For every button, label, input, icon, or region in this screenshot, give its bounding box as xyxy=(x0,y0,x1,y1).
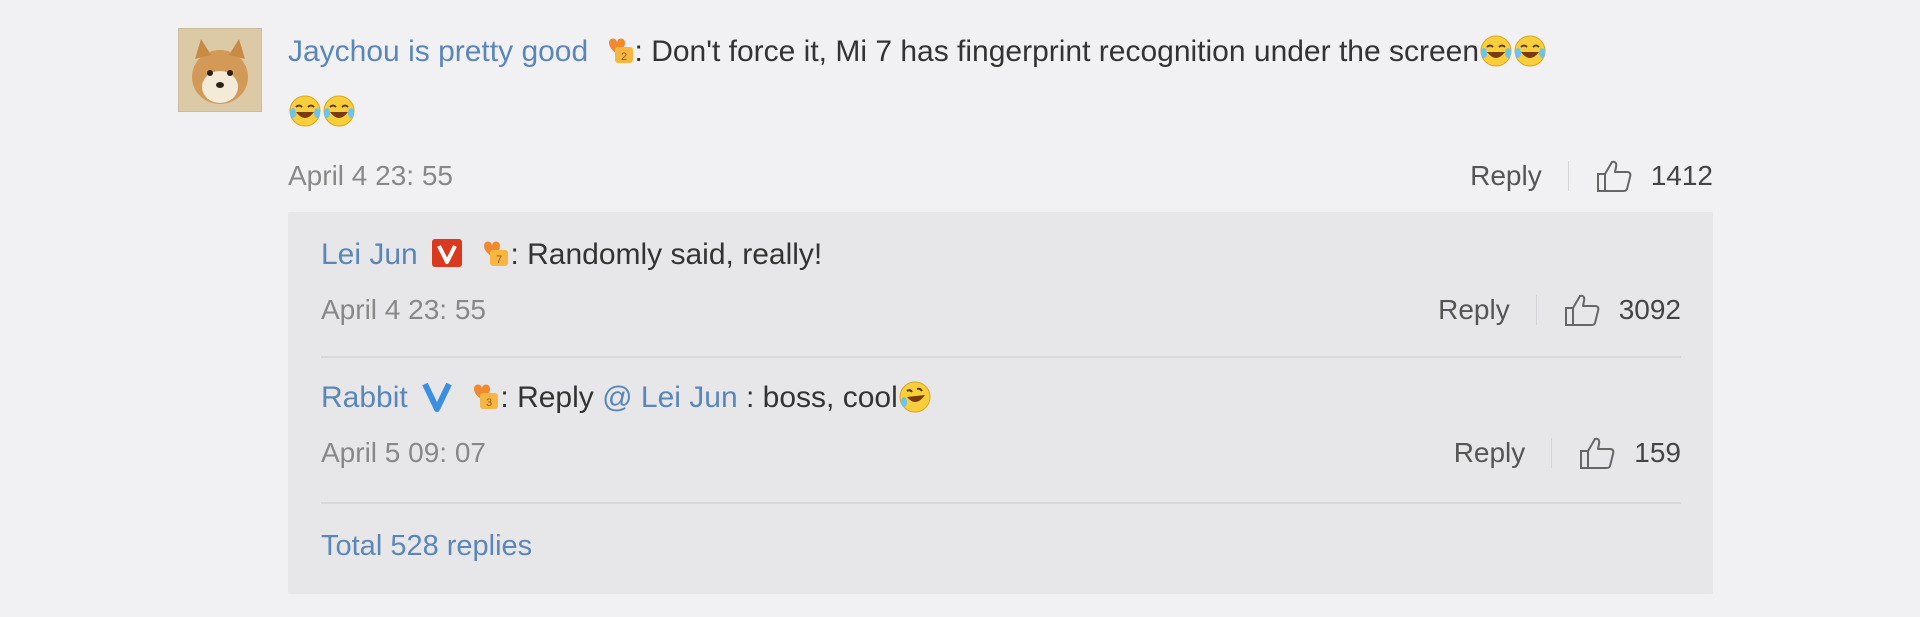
total-replies-link[interactable]: Total 528 replies xyxy=(321,530,532,563)
reply-button[interactable]: Reply xyxy=(1454,437,1526,469)
shiba-avatar-icon xyxy=(179,29,261,111)
like-count: 159 xyxy=(1634,437,1681,468)
verified-red-v-icon xyxy=(432,239,463,267)
laughing-tears-emoji-icon xyxy=(1480,35,1512,67)
verified-blue-v-icon xyxy=(422,382,452,412)
action-divider xyxy=(1567,161,1569,191)
comment-actions: Reply 1412 xyxy=(1470,158,1713,194)
action-divider xyxy=(1535,295,1537,325)
reply-item: Rabbit 3 : Reply @ Lei Jun : boss, cool xyxy=(321,373,1681,479)
reply-message-suffix: : boss, cool xyxy=(737,381,898,414)
reply-username[interactable]: Rabbit xyxy=(321,381,408,414)
reply-meta: April 4 23: 55 Reply 3092 xyxy=(321,286,1681,336)
fan-badge-icon: 2 xyxy=(608,38,633,63)
comment-thread: Jaychou is pretty good 2 : Don't force i… xyxy=(0,0,1920,617)
reply-divider xyxy=(321,356,1681,358)
comment-username[interactable]: Jaychou is pretty good xyxy=(288,35,588,68)
avatar[interactable] xyxy=(178,28,262,112)
action-divider xyxy=(1551,438,1553,468)
laughing-tears-emoji-icon xyxy=(1514,35,1546,67)
reply-timestamp: April 5 09: 07 xyxy=(321,437,486,468)
laughing-tears-emoji-icon xyxy=(289,95,321,127)
reply-body: Lei Jun 7 : Randomly said, really! xyxy=(321,230,1681,280)
mention-link[interactable]: @ Lei Jun xyxy=(602,381,738,414)
fan-badge-icon: 3 xyxy=(474,384,499,409)
reply-body: Rabbit 3 : Reply @ Lei Jun : boss, cool xyxy=(321,373,1681,423)
rolling-laughing-emoji-icon xyxy=(899,381,931,413)
svg-text:3: 3 xyxy=(486,397,492,409)
reply-button[interactable]: Reply xyxy=(1470,160,1542,192)
reply-actions: Reply 159 xyxy=(1454,435,1681,471)
like-count: 1412 xyxy=(1650,160,1713,191)
thumbs-up-icon[interactable] xyxy=(1563,292,1601,328)
comment-body-continued xyxy=(288,82,1713,142)
reply-button[interactable]: Reply xyxy=(1438,294,1510,326)
reply-actions: Reply 3092 xyxy=(1438,292,1681,328)
comment-timestamp: April 4 23: 55 xyxy=(288,160,453,191)
comment-meta: April 4 23: 55 Reply 1412 xyxy=(288,152,1713,202)
reply-username[interactable]: Lei Jun xyxy=(321,238,418,271)
fan-badge-icon: 7 xyxy=(484,241,509,266)
thumbs-up-icon[interactable] xyxy=(1578,435,1616,471)
svg-text:2: 2 xyxy=(620,51,626,63)
replies-box: Lei Jun 7 : Randomly said, really! April… xyxy=(288,212,1713,594)
like-count: 3092 xyxy=(1618,294,1681,325)
reply-meta: April 5 09: 07 Reply 159 xyxy=(321,429,1681,479)
reply-timestamp: April 4 23: 55 xyxy=(321,294,486,325)
comment-message: : Don't force it, Mi 7 has fingerprint r… xyxy=(634,35,1480,68)
reply-message: : Randomly said, really! xyxy=(510,238,823,271)
main-comment: Jaychou is pretty good 2 : Don't force i… xyxy=(288,22,1713,202)
svg-text:7: 7 xyxy=(496,254,502,266)
laughing-tears-emoji-icon xyxy=(323,95,355,127)
reply-item: Lei Jun 7 : Randomly said, really! April… xyxy=(321,230,1681,336)
reply-divider xyxy=(321,502,1681,504)
thumbs-up-icon[interactable] xyxy=(1595,158,1633,194)
comment-body: Jaychou is pretty good 2 : Don't force i… xyxy=(288,22,1713,82)
reply-message-prefix: : Reply xyxy=(500,381,603,414)
